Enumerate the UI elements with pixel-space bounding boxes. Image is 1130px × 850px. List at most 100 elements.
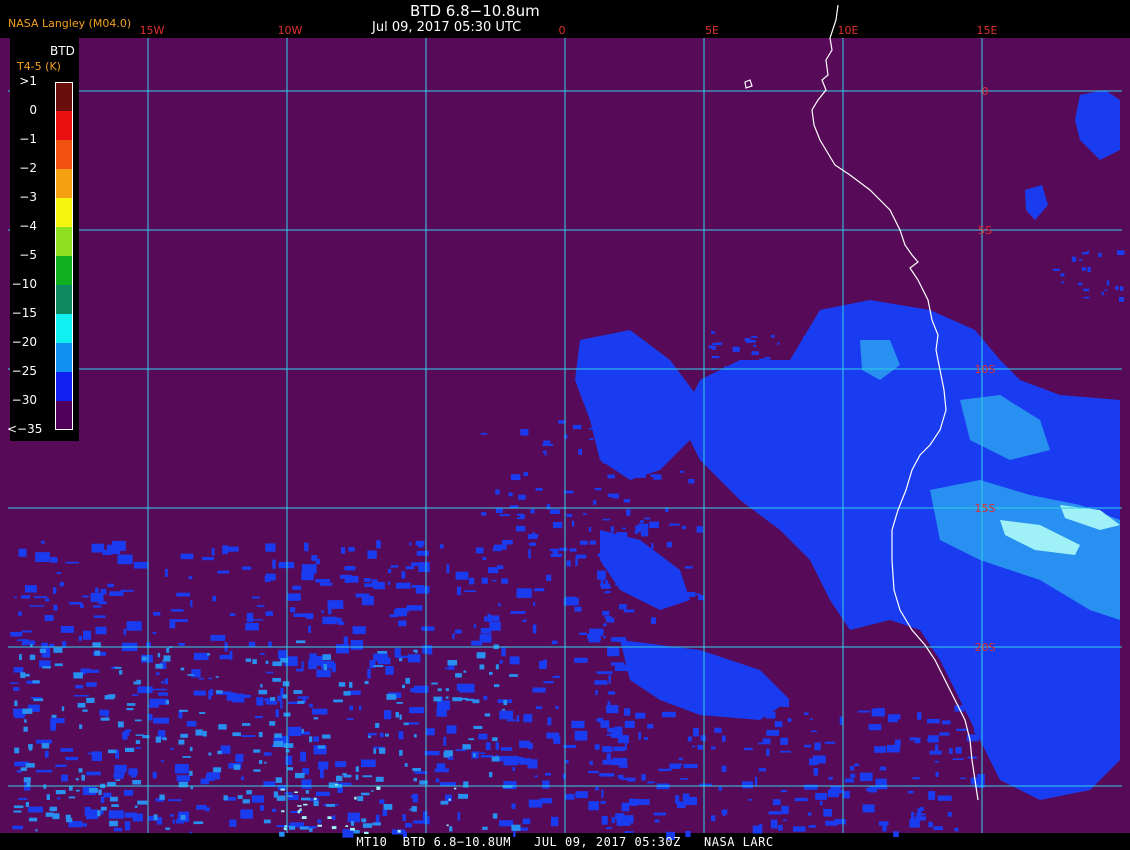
cloud-speckle xyxy=(607,541,611,549)
cloud-speckle xyxy=(246,612,254,623)
cloud-speckle xyxy=(373,748,377,754)
cloud-speckle xyxy=(777,342,780,345)
cloud-speckle xyxy=(608,674,611,684)
cloud-speckle xyxy=(123,730,130,736)
cloud-speckle xyxy=(544,453,547,456)
longitude-label: 10E xyxy=(838,24,859,37)
cloud-speckle xyxy=(321,610,324,613)
cloud-speckle xyxy=(208,690,212,700)
cloud-speckle xyxy=(476,652,486,659)
cloud-speckle xyxy=(107,583,114,588)
cloud-speckle xyxy=(712,343,717,346)
cloud-speckle xyxy=(498,603,501,607)
cloud-speckle xyxy=(928,791,936,800)
cloud-speckle xyxy=(134,719,142,722)
cloud-speckle xyxy=(53,647,63,653)
cloud-speckle xyxy=(246,790,252,795)
cloud-speckle xyxy=(223,546,239,552)
cloud-speckle xyxy=(109,591,124,596)
cloud-speckle xyxy=(797,396,806,399)
cloud-speckle xyxy=(109,820,118,827)
cloud-speckle xyxy=(297,805,302,807)
cloud-speckle xyxy=(23,777,31,783)
cloud-speckle xyxy=(433,696,442,702)
cloud-speckle xyxy=(431,682,438,685)
cloud-speckle xyxy=(301,816,307,819)
cloud-speckle xyxy=(559,547,568,551)
cloud-speckle xyxy=(463,781,469,788)
cloud-speckle xyxy=(802,383,811,387)
cloud-speckle xyxy=(169,814,175,817)
cloud-speckle xyxy=(195,729,203,736)
cloud-speckle xyxy=(174,763,189,774)
cloud-speckle xyxy=(49,812,54,815)
cloud-speckle xyxy=(286,593,301,601)
cloud-speckle xyxy=(399,658,403,662)
cloud-speckle xyxy=(1087,267,1091,273)
cloud-speckle xyxy=(447,660,458,666)
cloud-speckle xyxy=(720,447,724,450)
cloud-speckle xyxy=(301,728,304,734)
cloud-speckle xyxy=(297,700,305,704)
cloud-speckle xyxy=(481,512,487,516)
cloud-speckle xyxy=(489,671,493,675)
cloud-speckle xyxy=(602,518,611,521)
cloud-speckle xyxy=(155,736,161,743)
cloud-speckle xyxy=(45,598,50,602)
cloud-speckle xyxy=(862,804,875,813)
cloud-speckle xyxy=(22,708,33,714)
cloud-speckle xyxy=(606,705,619,714)
cloud-speckle xyxy=(650,458,658,462)
cloud-speckle xyxy=(309,703,313,708)
cloud-speckle xyxy=(753,361,757,364)
cloud-speckle xyxy=(117,721,124,728)
cloud-speckle xyxy=(506,719,517,722)
cloud-speckle xyxy=(678,757,683,761)
cloud-speckle xyxy=(125,747,135,752)
cloud-speckle xyxy=(604,616,612,619)
cloud-speckle xyxy=(21,630,33,633)
cloud-speckle xyxy=(395,582,411,589)
cloud-speckle xyxy=(607,493,618,498)
cloud-speckle xyxy=(363,578,372,582)
cloud-speckle xyxy=(546,504,550,510)
cloud-speckle xyxy=(753,345,757,347)
cloud-speckle xyxy=(317,745,326,749)
cloud-speckle xyxy=(496,546,501,551)
cloud-speckle xyxy=(511,824,521,831)
cloud-speckle xyxy=(126,708,134,711)
cloud-speckle xyxy=(497,565,504,570)
cloud-speckle xyxy=(758,742,771,745)
cloud-speckle xyxy=(427,650,432,655)
cloud-speckle xyxy=(551,816,559,827)
cloud-speckle xyxy=(24,585,37,593)
cloud-speckle xyxy=(711,356,720,359)
cloud-speckle xyxy=(766,380,774,383)
cloud-speckle xyxy=(350,640,363,650)
cloud-speckle xyxy=(917,808,922,817)
cloud-speckle xyxy=(879,766,887,771)
cloud-speckle xyxy=(914,816,926,821)
cloud-speckle xyxy=(621,527,626,530)
cloud-speckle xyxy=(402,684,405,689)
cloud-speckle xyxy=(273,791,279,798)
cloud-speckle xyxy=(126,703,136,706)
cloud-speckle xyxy=(730,455,739,460)
cloud-speckle xyxy=(229,819,237,827)
cloud-speckle xyxy=(495,508,503,514)
cloud-speckle xyxy=(787,718,792,722)
cloud-speckle xyxy=(202,557,214,561)
cloud-speckle xyxy=(484,713,491,717)
cloud-speckle xyxy=(42,666,51,669)
cloud-speckle xyxy=(385,666,394,675)
cloud-speckle xyxy=(939,732,950,736)
cloud-speckle xyxy=(350,821,355,826)
cloud-speckle xyxy=(677,581,683,588)
cloud-speckle xyxy=(926,739,935,741)
cloud-speckle xyxy=(701,707,704,711)
cloud-speckle xyxy=(766,729,780,736)
cloud-speckle xyxy=(165,700,169,705)
cloud-speckle xyxy=(587,633,593,639)
cloud-speckle xyxy=(321,660,335,669)
cloud-speckle xyxy=(25,763,35,768)
